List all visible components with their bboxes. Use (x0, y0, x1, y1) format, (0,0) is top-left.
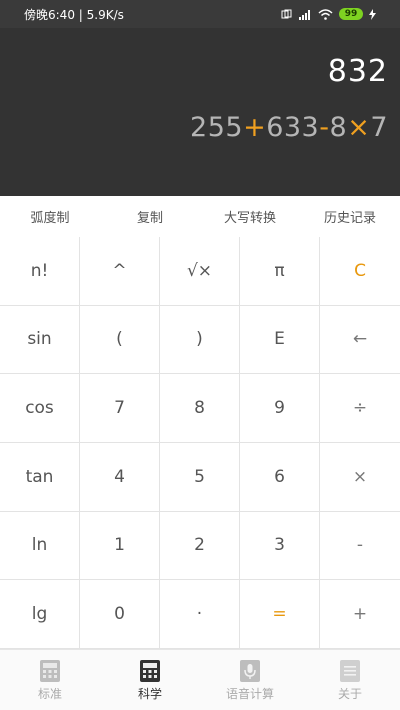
nav-scientific[interactable]: 科学 (100, 650, 200, 710)
result-value: 832 (327, 54, 388, 89)
battery-icon: 99 (339, 8, 363, 20)
history-button[interactable]: 历史记录 (300, 196, 400, 237)
signal-icon (299, 9, 310, 20)
key-pi[interactable]: π (240, 237, 320, 306)
status-bar: 傍晚6:40 | 5.9K/s 99 (0, 0, 400, 28)
key-backspace[interactable]: ← (320, 305, 400, 375)
key-7[interactable]: 7 (80, 374, 160, 443)
key-2[interactable]: 2 (160, 511, 240, 581)
radian-mode-button[interactable]: 弧度制 (0, 196, 100, 237)
calculator-display: 832 255 +633-8 × 7 (0, 28, 400, 196)
key-4[interactable]: 4 (80, 442, 160, 512)
key-0[interactable]: 0 (80, 580, 160, 649)
expression-operator: + (243, 112, 267, 143)
expression-operand: 8 (329, 112, 348, 143)
key-divide[interactable]: ÷ (320, 374, 400, 443)
nav-voice-label: 语音计算 (225, 686, 274, 701)
key-lg[interactable]: lg (0, 580, 80, 649)
key-clear[interactable]: C (320, 237, 400, 306)
expression-operand: 633 (266, 112, 320, 143)
keypad: n! ^ √× π C sin ( ) E ← cos 7 8 9 ÷ tan … (0, 237, 400, 649)
status-time-speed: 傍晚6:40 | 5.9K/s (24, 7, 124, 22)
wifi-icon (318, 8, 333, 20)
key-cos[interactable]: cos (0, 374, 80, 443)
key-open-paren[interactable]: ( (80, 305, 160, 375)
key-ln[interactable]: ln (0, 511, 80, 581)
key-8[interactable]: 8 (160, 374, 240, 443)
nav-scientific-label: 科学 (137, 686, 162, 701)
bottom-nav: 标准 科学 语音计算 关于 (0, 649, 400, 710)
microphone-icon (240, 659, 260, 682)
key-1[interactable]: 1 (80, 511, 160, 581)
key-6[interactable]: 6 (240, 442, 320, 512)
key-3[interactable]: 3 (240, 511, 320, 581)
key-decimal-point[interactable]: · (160, 580, 240, 649)
key-factorial[interactable]: n! (0, 237, 80, 306)
nav-standard[interactable]: 标准 (0, 650, 100, 710)
nav-about-label: 关于 (337, 686, 362, 701)
key-close-paren[interactable]: ) (160, 305, 240, 375)
key-5[interactable]: 5 (160, 442, 240, 512)
charging-icon (369, 8, 376, 20)
function-toolbar: 弧度制 复制 大写转换 历史记录 (0, 196, 400, 238)
nav-standard-label: 标准 (37, 686, 62, 701)
expression-operand: 7 (370, 112, 388, 143)
key-subtract[interactable]: - (320, 511, 400, 581)
key-tan[interactable]: tan (0, 442, 80, 512)
key-power[interactable]: ^ (80, 237, 160, 306)
key-9[interactable]: 9 (240, 374, 320, 443)
calculator-icon (40, 659, 60, 682)
key-multiply[interactable]: × (320, 442, 400, 512)
vibrate-icon (281, 9, 292, 18)
nav-about[interactable]: 关于 (300, 650, 400, 710)
key-add[interactable]: + (320, 580, 400, 649)
uppercase-convert-button[interactable]: 大写转换 (200, 196, 300, 237)
copy-button[interactable]: 复制 (100, 196, 200, 237)
expression-operand: 255 (190, 112, 244, 143)
key-sin[interactable]: sin (0, 305, 80, 375)
key-square-root[interactable]: √× (160, 237, 240, 306)
nav-voice[interactable]: 语音计算 (200, 650, 300, 710)
about-icon (340, 659, 360, 682)
expression-operator: - (319, 112, 330, 143)
status-icons: 99 (281, 8, 376, 20)
key-equals[interactable]: = (240, 580, 320, 649)
scientific-calculator-icon (140, 659, 160, 682)
key-euler[interactable]: E (240, 305, 320, 375)
expression-operator: × (347, 112, 371, 143)
expression-input: 255 +633-8 × 7 (190, 112, 388, 143)
